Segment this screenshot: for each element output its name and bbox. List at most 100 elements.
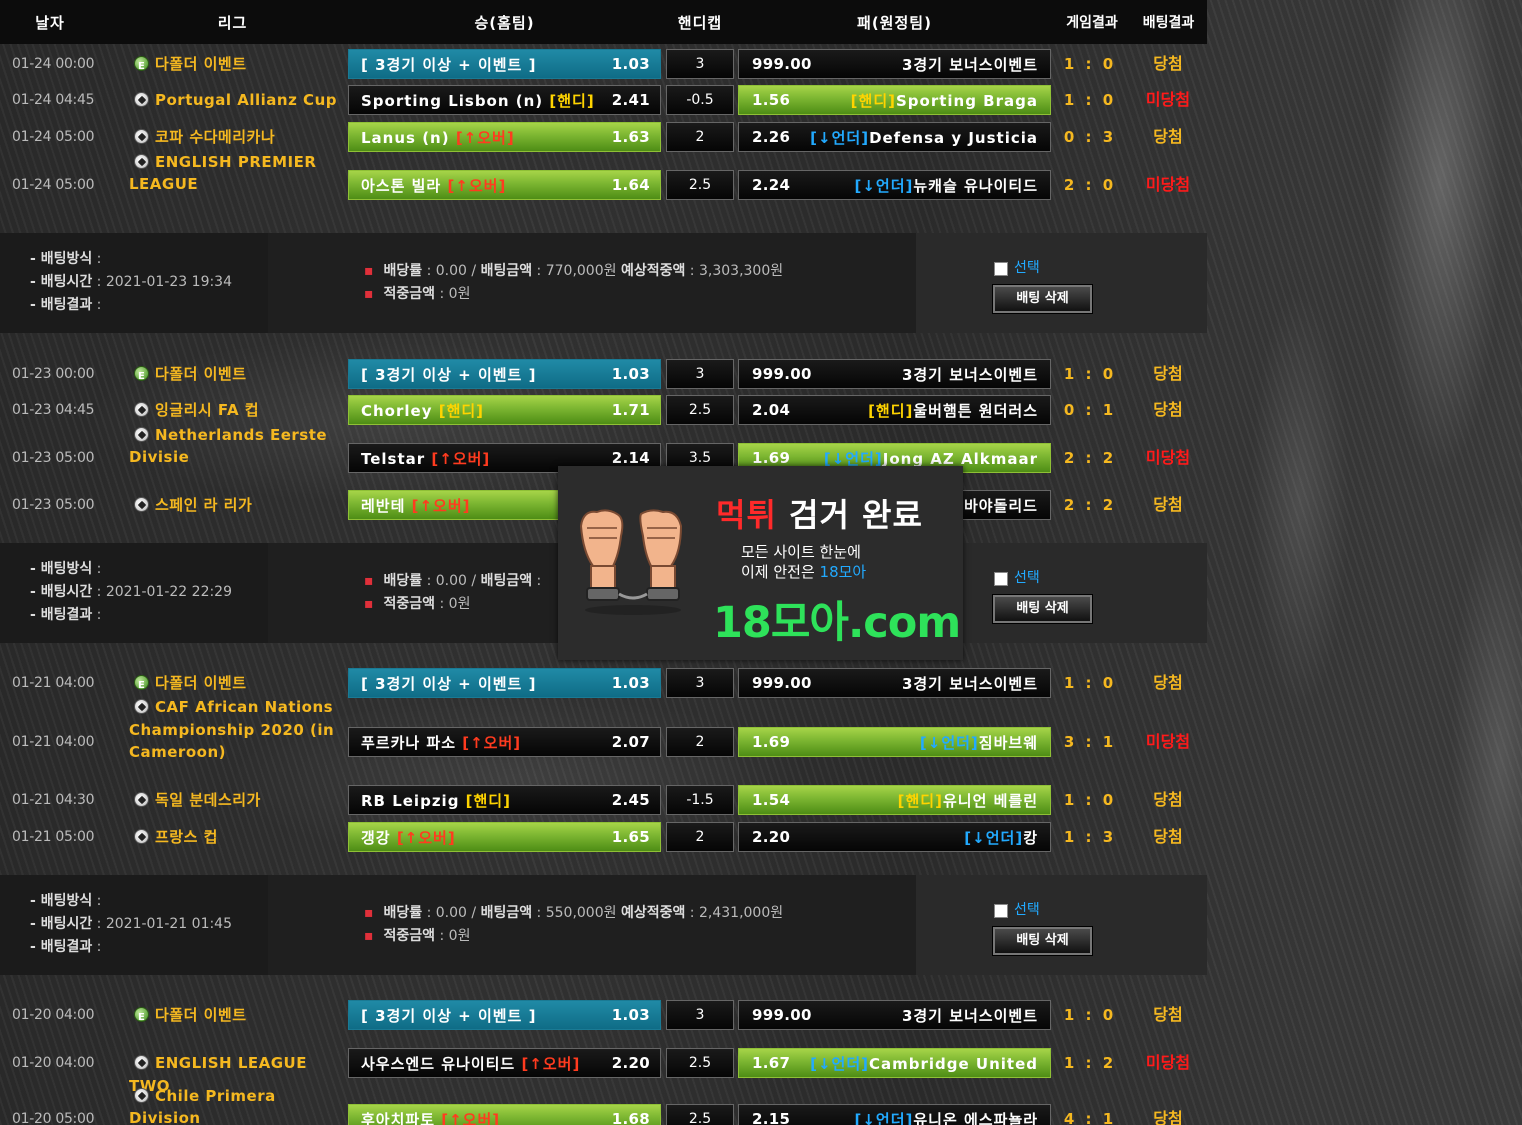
bet-outcome: 당첨 (1153, 364, 1183, 383)
league-label: 다폴더 이벤트 (155, 55, 247, 73)
home-bet-tag: [↑오버] (455, 128, 515, 147)
home-team-pick[interactable]: 아스톤 빌라 [↑오버] 1.64 (348, 170, 661, 200)
handicap-value: 3 (666, 49, 734, 79)
summary-hit-line: ▪ 적중금액 : 0원 (364, 596, 471, 612)
header-game-result: 게임결과 (1066, 15, 1118, 31)
popup-title-rest: 검거 완료 (776, 496, 923, 534)
game-score: 0 : 3 (1063, 128, 1117, 146)
league-label: Netherlands Eerste Divisie (129, 425, 328, 467)
bet-outcome: 미당첨 (1145, 90, 1191, 109)
rate-value: 0.00 (435, 263, 467, 279)
home-team-pick[interactable]: 갱강 [↑오버] 1.65 (348, 822, 661, 852)
ad-popup[interactable]: 먹튀 검거 완료 모든 사이트 한눈에 이제 안전은 18모아 18모아.com (558, 466, 963, 660)
home-team-pick[interactable]: [ 3경기 이상 + 이벤트 ] 1.03 (348, 359, 661, 389)
home-odds: 1.68 (611, 1110, 650, 1125)
summary-time-value: 2021-01-21 01:45 (105, 916, 233, 932)
home-team-pick[interactable]: [ 3경기 이상 + 이벤트 ] 1.03 (348, 1000, 661, 1030)
soccer-ball-icon (134, 1087, 149, 1103)
home-team-pick[interactable]: RB Leipzig [핸디] 2.45 (348, 785, 661, 815)
home-team-label: [ 3경기 이상 + 이벤트 ] (361, 674, 537, 693)
home-team-name: [ 3경기 이상 + 이벤트 ] (349, 673, 612, 694)
league-label: Chile Primera Division (129, 1086, 276, 1125)
away-team-pick[interactable]: 1.54 [핸디]유니언 베를린 (738, 785, 1051, 815)
home-team-name: [ 3경기 이상 + 이벤트 ] (349, 54, 612, 75)
event-icon (134, 366, 149, 386)
summary-action-column (916, 875, 1207, 975)
away-odds: 1.54 (752, 791, 791, 809)
home-odds: 1.03 (611, 365, 650, 383)
event-icon (134, 56, 149, 76)
home-bet-tag: [핸디] (438, 401, 485, 420)
select-checkbox[interactable] (994, 572, 1008, 586)
handicap-value: 2 (666, 727, 734, 757)
delete-bet-button[interactable]: 배팅 삭제 (993, 285, 1092, 313)
amount-value: 550,000원 (545, 905, 617, 921)
rate-value: 0.00 (435, 573, 467, 589)
away-team-label: Sporting Braga (895, 91, 1038, 110)
away-team-pick[interactable]: 2.26 [↓언더]Defensa y Justicia (738, 122, 1051, 152)
home-team-label: 레반테 (361, 496, 412, 515)
home-bet-tag: [↑오버] (447, 176, 507, 195)
home-team-pick[interactable]: Lanus (n) [↑오버] 1.63 (348, 122, 661, 152)
match-date: 01-21 04:00 (12, 675, 95, 691)
away-team-pick[interactable]: 2.04 [핸디]울버햄튼 원더러스 (738, 395, 1051, 425)
away-bet-tag: [↓언더] (854, 176, 914, 195)
home-team-pick[interactable]: Chorley [핸디] 1.71 (348, 395, 661, 425)
league-name: 스페인 라 리가 (129, 494, 347, 517)
home-team-pick[interactable]: 사우스엔드 유나이티드 [↑오버] 2.20 (348, 1048, 661, 1078)
bet-outcome: 미당첨 (1145, 175, 1191, 194)
home-odds: 1.64 (611, 176, 650, 194)
select-checkbox[interactable] (994, 262, 1008, 276)
summary-time: - 배팅시간 : 2021-01-21 01:45 (30, 916, 233, 932)
bet-outcome: 당첨 (1153, 1005, 1183, 1024)
league-label: 다폴더 이벤트 (155, 1006, 247, 1024)
home-team-label: Lanus (n) (361, 128, 456, 147)
home-team-pick[interactable]: Sporting Lisbon (n) [핸디] 2.41 (348, 85, 661, 115)
away-team-pick[interactable]: 2.15 [↓언더]유니온 에스파뇰라 (738, 1104, 1051, 1125)
home-team-name: RB Leipzig [핸디] (349, 790, 612, 811)
home-team-pick[interactable]: [ 3경기 이상 + 이벤트 ] 1.03 (348, 49, 661, 79)
select-label[interactable]: 선택 (1014, 569, 1040, 587)
away-team-label: 3경기 보너스이벤트 (901, 1006, 1038, 1025)
home-team-label: Sporting Lisbon (n) (361, 91, 550, 110)
away-bet-tag: [↓언더] (810, 1054, 869, 1073)
table-header: 날자 리그 승(홈팀) 핸디캡 패(원정팀) 게임결과 배팅결과 (0, 0, 1207, 44)
home-team-pick[interactable]: 푸르카나 파소 [↑오버] 2.07 (348, 727, 661, 757)
hit-value: 0원 (448, 928, 471, 944)
away-team-pick[interactable]: 999.00 3경기 보너스이벤트 (738, 49, 1051, 79)
away-team-pick[interactable]: 2.24 [↓언더]뉴캐슬 유나이티드 (738, 170, 1051, 200)
summary-amount-column (268, 875, 916, 975)
handicap-value: 2.5 (666, 1104, 734, 1125)
home-team-name: 푸르카나 파소 [↑오버] (349, 732, 612, 753)
hit-label: 적중금액 (383, 596, 436, 612)
select-label[interactable]: 선택 (1014, 259, 1040, 277)
summary-result: - 배팅결과 : (30, 607, 102, 623)
away-odds: 999.00 (752, 365, 812, 383)
soccer-ball-icon (134, 92, 149, 107)
home-team-pick[interactable]: [ 3경기 이상 + 이벤트 ] 1.03 (348, 668, 661, 698)
summary-odds-line: ▪ 배당률 : 0.00 / 배팅금액 : 550,000원 예상적중액 : 2,… (364, 905, 784, 921)
away-team-pick[interactable]: 999.00 3경기 보너스이벤트 (738, 359, 1051, 389)
delete-bet-button[interactable]: 배팅 삭제 (993, 927, 1092, 955)
away-team-pick[interactable]: 999.00 3경기 보너스이벤트 (738, 668, 1051, 698)
expected-value: 3,303,300원 (698, 263, 784, 279)
summary-method: - 배팅방식 : (30, 251, 102, 267)
amount-label: 배팅금액 (480, 263, 533, 279)
away-team-pick[interactable]: 999.00 3경기 보너스이벤트 (738, 1000, 1051, 1030)
select-checkbox[interactable] (994, 904, 1008, 918)
match-date: 01-23 04:45 (12, 402, 95, 418)
select-label[interactable]: 선택 (1014, 901, 1040, 919)
away-team-pick[interactable]: 1.69 [↓언더]짐바브웨 (738, 727, 1051, 757)
event-icon (134, 675, 149, 695)
delete-bet-button[interactable]: 배팅 삭제 (993, 595, 1092, 623)
away-team-pick[interactable]: 1.67 [↓언더]Cambridge United (738, 1048, 1051, 1078)
game-score: 1 : 3 (1063, 828, 1117, 846)
away-team-pick[interactable]: 1.56 [핸디]Sporting Braga (738, 85, 1051, 115)
league-label: ENGLISH PREMIER LEAGUE (129, 152, 317, 194)
home-team-pick[interactable]: 후아치파토 [↑오버] 1.68 (348, 1104, 661, 1125)
summary-amount-column (268, 233, 916, 333)
away-team-pick[interactable]: 2.20 [↓언더]캉 (738, 822, 1051, 852)
soccer-ball-icon (134, 129, 149, 144)
summary-method: - 배팅방식 : (30, 561, 102, 577)
popup-site-link[interactable]: 18모아.com (713, 588, 961, 650)
